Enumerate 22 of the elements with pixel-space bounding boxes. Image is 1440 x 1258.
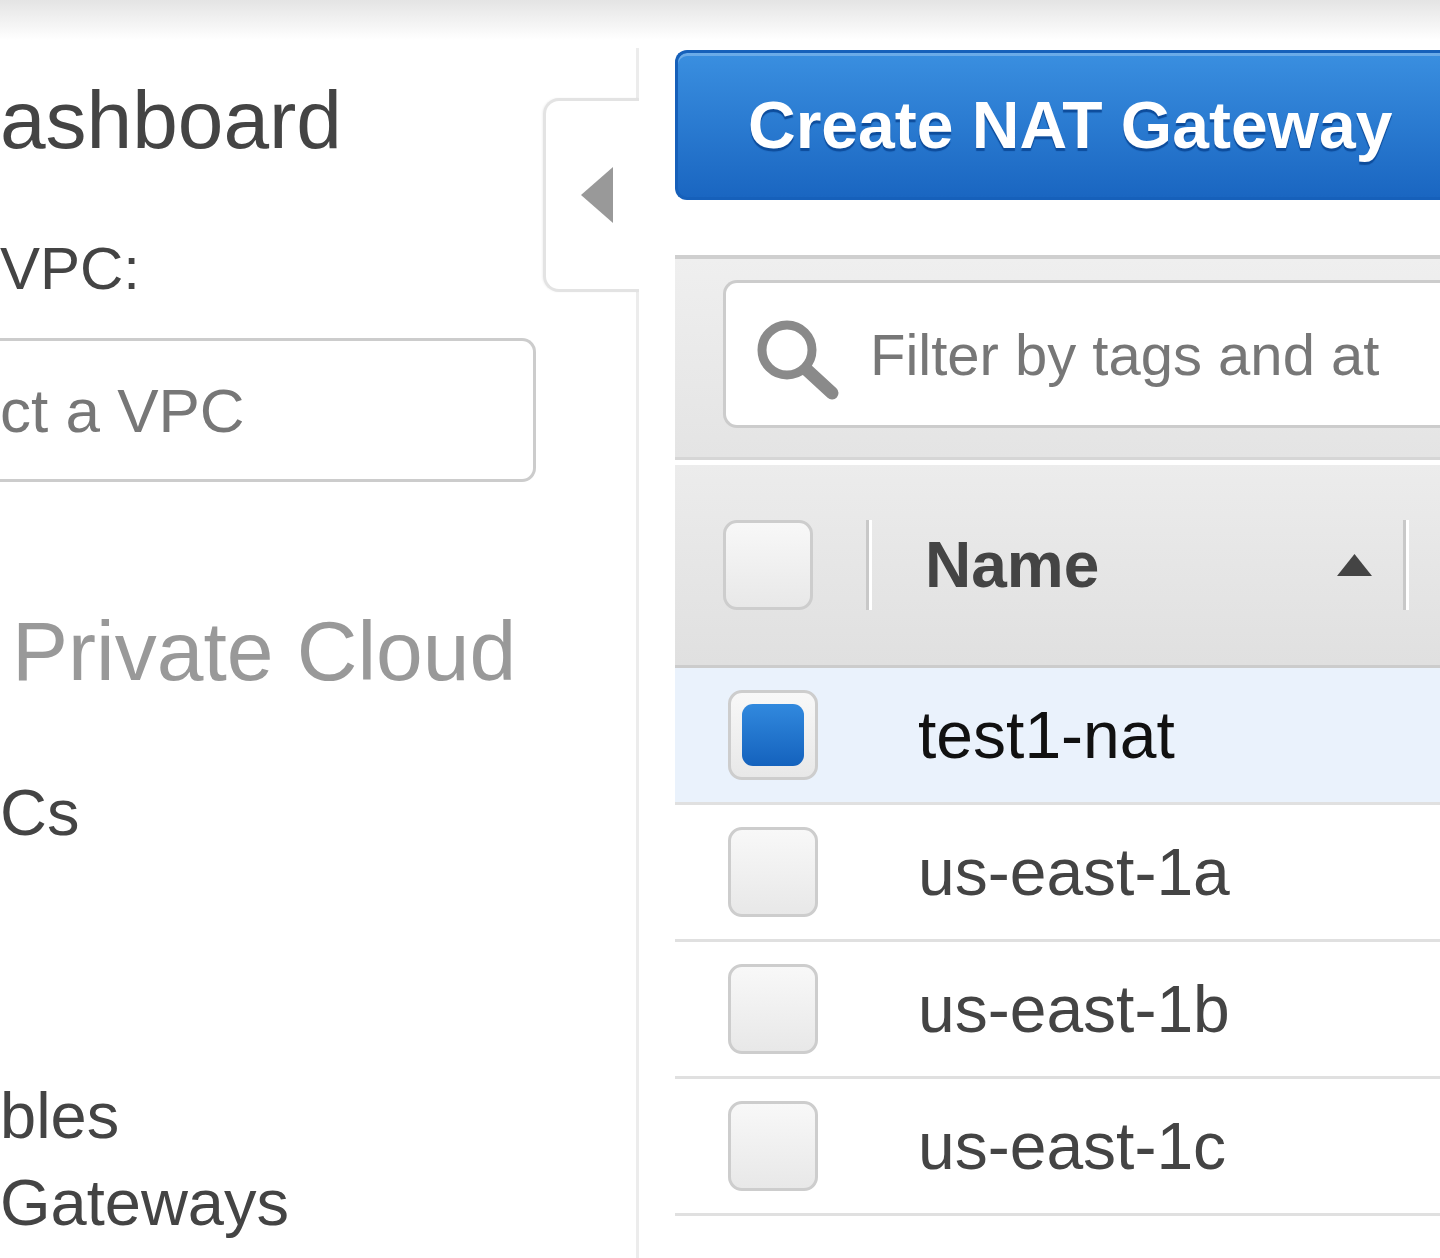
sidebar-title: ashboard xyxy=(0,79,342,161)
table-cell: us-east-1a xyxy=(918,839,1230,905)
column-header[interactable]: Name xyxy=(872,533,1403,597)
row-checkbox[interactable] xyxy=(728,690,818,780)
row-checkbox[interactable] xyxy=(728,964,818,1054)
search-icon xyxy=(755,318,840,400)
table-cell: us-east-1b xyxy=(918,976,1230,1042)
search-field[interactable]: Filter by tags and at xyxy=(723,280,1440,428)
section-heading: Private Cloud xyxy=(12,609,517,693)
table-cell: test1-nat xyxy=(918,702,1175,768)
row-checkbox[interactable] xyxy=(728,1101,818,1191)
table-row[interactable]: test1-nat xyxy=(675,668,1440,805)
vpc-select-field[interactable]: ct a VPC xyxy=(0,338,536,482)
filter-label: VPC: xyxy=(0,239,141,299)
nav-link[interactable]: bles xyxy=(0,1083,120,1148)
create-nat-gateway-button[interactable]: Create NAT Gateway xyxy=(675,50,1440,200)
caret-left-icon xyxy=(580,167,613,223)
row-checkbox[interactable] xyxy=(728,827,818,917)
nav-link[interactable]: Cs xyxy=(0,780,80,845)
select-all-checkbox[interactable] xyxy=(723,520,813,610)
collapse-sidebar-button[interactable] xyxy=(543,98,639,292)
table-cell: us-east-1c xyxy=(918,1113,1227,1179)
